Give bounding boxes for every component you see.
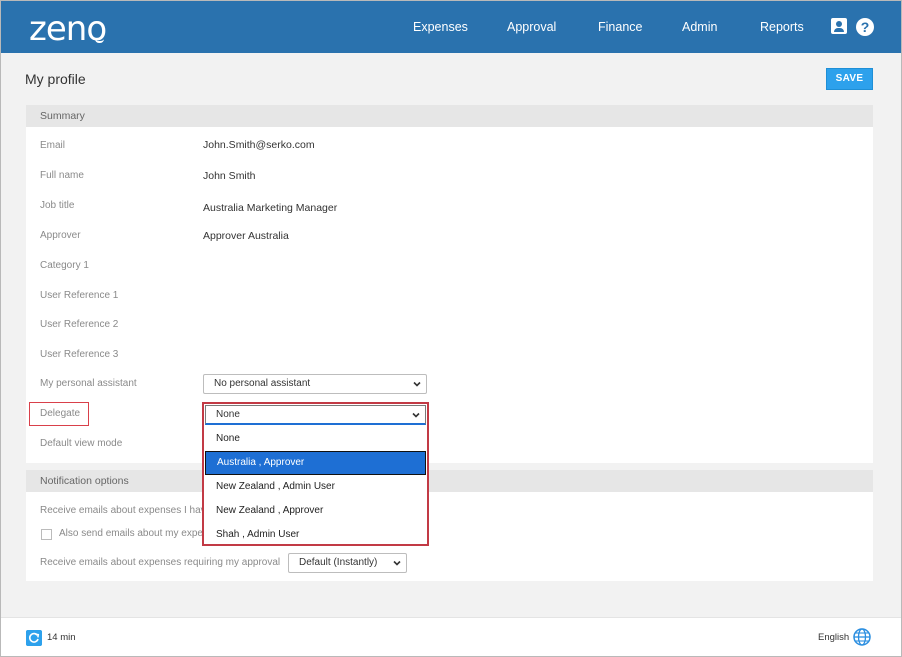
delegate-selected-value: None [216, 409, 240, 420]
delegate-option-none[interactable]: None [205, 427, 426, 451]
help-icon[interactable]: ? [856, 18, 874, 36]
full-name-value: John Smith [203, 170, 256, 182]
delegate-dropdown: None None Australia , Approver New Zeala… [202, 402, 429, 546]
nav-finance[interactable]: Finance [598, 1, 642, 53]
footer: 14 min English [1, 617, 901, 656]
delegate-options-list: None Australia , Approver New Zealand , … [205, 427, 426, 547]
approval-email-frequency-value: Default (Instantly) [299, 557, 378, 568]
user-reference-2-label: User Reference 2 [40, 319, 119, 330]
nav-reports[interactable]: Reports [760, 1, 804, 53]
user-icon[interactable] [831, 18, 847, 34]
full-name-label: Full name [40, 170, 84, 181]
nav-approval[interactable]: Approval [507, 1, 556, 53]
save-button[interactable]: SAVE [826, 68, 873, 90]
page-title: My profile [25, 71, 86, 87]
refresh-icon[interactable] [26, 630, 42, 646]
also-send-emails-checkbox[interactable] [41, 529, 52, 540]
globe-icon[interactable] [853, 628, 871, 646]
delegate-option-australia-approver[interactable]: Australia , Approver [205, 451, 426, 475]
summary-heading: Summary [26, 105, 873, 127]
notification-heading: Notification options [26, 470, 873, 492]
top-bar: zeno Expenses Approval Finance Admin Rep… [1, 1, 901, 53]
delegate-label: Delegate [40, 408, 81, 419]
nav-expenses[interactable]: Expenses [413, 1, 468, 53]
nav-admin[interactable]: Admin [682, 1, 717, 53]
job-title-label: Job title [40, 200, 75, 211]
delegate-select[interactable]: None [205, 405, 426, 425]
email-value: John.Smith@serko.com [203, 139, 315, 151]
delegate-option-shah-admin-user[interactable]: Shah , Admin User [205, 523, 426, 547]
user-reference-3-label: User Reference 3 [40, 349, 119, 360]
delegate-option-new-zealand-admin-user[interactable]: New Zealand , Admin User [205, 475, 426, 499]
personal-assistant-label: My personal assistant [40, 378, 137, 389]
notif-approval-text: Receive emails about expenses requiring … [40, 557, 281, 568]
chevron-down-icon [413, 381, 421, 387]
summary-panel: Summary Email John.Smith@serko.com Full … [26, 105, 873, 463]
approver-value: Approver Australia [203, 230, 289, 242]
job-title-value: Australia Marketing Manager [203, 202, 338, 214]
personal-assistant-value: No personal assistant [214, 378, 311, 389]
logo-text: zeno [29, 9, 107, 49]
user-reference-1-label: User Reference 1 [40, 290, 119, 301]
email-label: Email [40, 140, 66, 151]
personal-assistant-select[interactable]: No personal assistant [203, 374, 427, 394]
approver-label: Approver [40, 230, 81, 241]
also-send-emails-label: Also send emails about my expe [59, 528, 203, 539]
zeno-logo[interactable]: zeno [29, 9, 107, 49]
notif-own-expenses-text: Receive emails about expenses I hav [40, 505, 206, 516]
default-view-mode-label: Default view mode [40, 438, 123, 449]
refresh-interval: 14 min [47, 632, 76, 643]
approval-email-frequency-select[interactable]: Default (Instantly) [288, 553, 407, 573]
category-1-label: Category 1 [40, 260, 89, 271]
language-label[interactable]: English [818, 632, 849, 643]
delegate-option-new-zealand-approver[interactable]: New Zealand , Approver [205, 499, 426, 523]
chevron-down-icon [393, 560, 401, 566]
notification-panel: Notification options Receive emails abou… [26, 470, 873, 581]
chevron-down-icon [412, 412, 420, 418]
